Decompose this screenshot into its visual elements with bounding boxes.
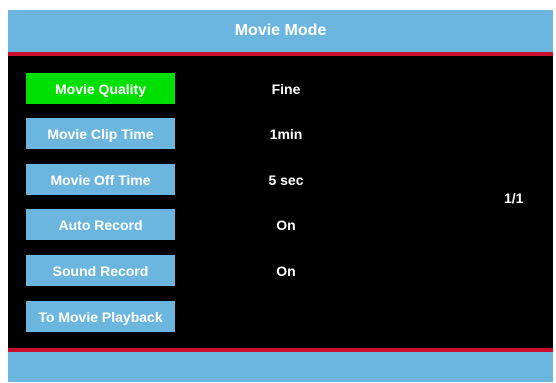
movie-clip-time-button[interactable]: Movie Clip Time [26, 118, 175, 149]
movie-mode-screen: Movie Mode Movie Quality Fine Movie Clip… [8, 10, 553, 382]
header-divider [8, 52, 553, 56]
movie-quality-value: Fine [271, 80, 301, 97]
movie-quality-button[interactable]: Movie Quality [26, 73, 175, 104]
auto-record-button[interactable]: Auto Record [26, 209, 175, 240]
movie-off-time-value: 5 sec [268, 171, 304, 188]
header-bar: Movie Mode [8, 10, 553, 52]
movie-clip-time-value: 1min [269, 125, 303, 142]
sound-record-value: On [276, 262, 296, 279]
movie-off-time-button[interactable]: Movie Off Time [26, 164, 175, 195]
footer-bar [8, 352, 553, 382]
sound-record-button[interactable]: Sound Record [26, 255, 175, 286]
page-indicator: 1/1 [504, 190, 524, 206]
page-title: Movie Mode [234, 22, 327, 39]
auto-record-value: On [276, 216, 296, 233]
to-movie-playback-button[interactable]: To Movie Playback [26, 301, 175, 332]
